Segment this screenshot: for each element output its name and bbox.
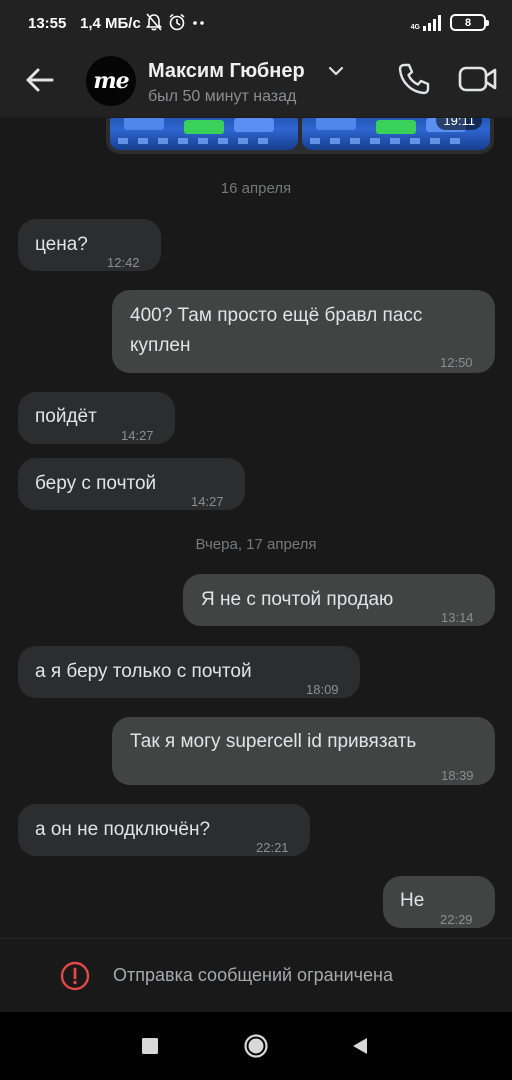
message-time: 12:50 — [440, 355, 473, 370]
message-bubble-outgoing[interactable]: Не 22:29 — [383, 876, 495, 928]
back-nav-icon[interactable] — [350, 1036, 370, 1056]
back-arrow-icon[interactable] — [24, 64, 56, 96]
message-bubble-incoming[interactable]: цена? 12:42 — [18, 219, 161, 271]
home-icon[interactable] — [243, 1033, 269, 1059]
message-time: 14:27 — [191, 494, 224, 509]
media-message[interactable]: 19:11 — [106, 118, 494, 154]
message-bubble-outgoing[interactable]: Я не с почтой продаю 13:14 — [183, 574, 495, 626]
status-icons — [146, 13, 206, 31]
contact-name[interactable]: Максим Гюбнер — [148, 60, 305, 83]
message-time: 18:09 — [306, 682, 339, 697]
message-bubble-outgoing[interactable]: Так я могу supercell id привязать 18:39 — [112, 717, 495, 785]
battery-icon: 8 — [450, 14, 489, 31]
message-bubble-incoming[interactable]: пойдёт 14:27 — [18, 392, 175, 444]
message-time: 22:21 — [256, 840, 289, 855]
signal-icon — [423, 14, 441, 31]
message-bubble-incoming[interactable]: беру с почтой 14:27 — [18, 458, 245, 510]
status-time: 13:55 — [28, 15, 67, 32]
message-time: 22:29 — [440, 912, 473, 927]
chat-header: me Максим Гюбнер был 50 минут назад — [0, 50, 512, 118]
signal-group: 4G — [410, 14, 442, 31]
message-text: Так я могу supercell id привязать — [130, 731, 417, 752]
message-bubble-outgoing[interactable]: 400? Там просто ещё бравл пасс куплен 12… — [112, 290, 495, 373]
message-time: 19:11 — [436, 118, 482, 130]
status-speed: 1,4 МБ/с — [80, 15, 141, 32]
message-bubble-incoming[interactable]: а я беру только с почтой 18:09 — [18, 646, 360, 698]
message-time: 18:39 — [441, 768, 474, 783]
date-separator: Вчера, 17 апреля — [195, 536, 317, 553]
date-separator: 16 апреля — [220, 180, 292, 197]
message-time: 14:27 — [121, 428, 154, 443]
last-seen-status: был 50 минут назад — [148, 88, 297, 105]
message-text: Не — [400, 890, 425, 911]
notifications-off-icon — [146, 13, 162, 31]
message-text: беру с почтой — [35, 473, 157, 494]
message-text: Я не с почтой продаю — [201, 589, 394, 610]
message-list[interactable]: 19:11 16 апреля цена? 12:42 400? Там про… — [0, 118, 512, 938]
system-navigation-bar — [0, 1012, 512, 1080]
message-bubble-incoming[interactable]: а он не подключён? 22:21 — [18, 804, 310, 856]
message-time: 13:14 — [441, 610, 474, 625]
alarm-icon — [169, 13, 185, 31]
message-text: пойдёт — [35, 406, 97, 427]
message-time: 12:42 — [107, 255, 140, 270]
network-type: 4G — [410, 23, 420, 31]
restriction-text: Отправка сообщений ограничена — [113, 965, 393, 985]
alert-circle-icon — [60, 961, 90, 991]
messaging-restricted-bar: Отправка сообщений ограничена — [0, 938, 512, 1012]
message-text: а я беру только с почтой — [35, 661, 252, 682]
status-bar: 13:55 1,4 МБ/с 4G 8 — [0, 0, 512, 50]
status-right: 4G 8 — [410, 14, 489, 31]
media-image[interactable] — [110, 118, 298, 150]
battery-level: 8 — [464, 16, 472, 29]
recent-apps-icon[interactable] — [141, 1037, 159, 1055]
video-call-icon[interactable] — [458, 63, 498, 95]
avatar-text: me — [93, 68, 129, 94]
message-text: а он не подключён? — [35, 819, 211, 840]
chevron-down-icon[interactable] — [327, 62, 345, 80]
more-dots-icon — [193, 21, 204, 25]
message-text: 400? Там просто ещё бравл пасс куплен — [130, 305, 423, 356]
phone-icon[interactable] — [396, 61, 432, 97]
avatar[interactable]: me — [86, 56, 136, 106]
message-text: цена? — [35, 234, 88, 255]
